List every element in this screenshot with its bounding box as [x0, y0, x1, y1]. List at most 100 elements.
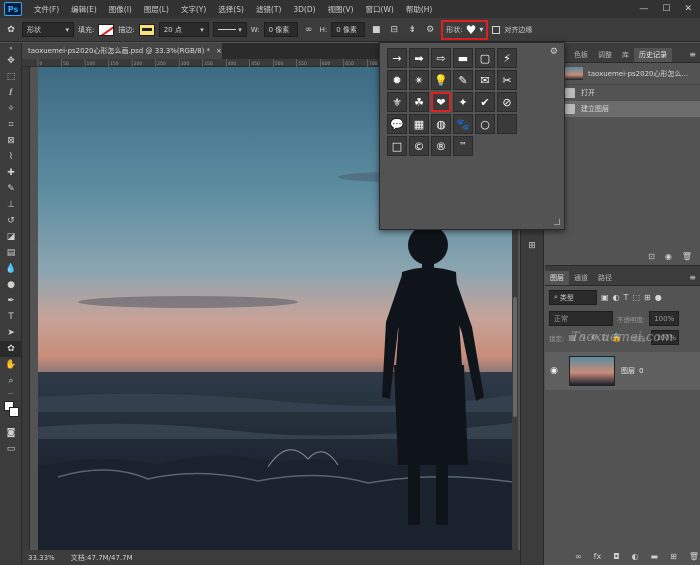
more-tools-icon[interactable]: ···	[0, 389, 22, 399]
history-step-new-layer[interactable]: 建立图层	[545, 101, 700, 117]
path-operations-icon[interactable]: ■	[369, 23, 383, 37]
fill-swatch[interactable]	[98, 23, 115, 36]
minimize-button[interactable]: —	[639, 4, 648, 14]
trash-icon[interactable]: 🗑	[682, 252, 692, 261]
align-edges-checkbox[interactable]	[492, 25, 501, 34]
paw-print-icon[interactable]: 🐾	[453, 114, 473, 134]
no-symbol-icon[interactable]: ⊘	[497, 92, 517, 112]
pen-icon[interactable]: ✎	[453, 70, 473, 90]
width-input[interactable]: 0 像素	[263, 22, 298, 37]
menu-window[interactable]: 窗口(W)	[360, 4, 400, 15]
tab-channels[interactable]: 通道	[569, 271, 593, 285]
layer-name[interactable]: 图层	[621, 366, 635, 376]
circle-icon[interactable]: ○	[475, 114, 495, 134]
gear-icon[interactable]: ⚙	[550, 47, 558, 57]
tab-swatches[interactable]: 色板	[569, 48, 593, 62]
menu-filter[interactable]: 滤镜(T)	[250, 4, 287, 15]
filter-pixel-icon[interactable]: ▣	[601, 293, 609, 302]
custom-shape-tool-icon[interactable]: ✿	[4, 23, 18, 37]
envelope-icon[interactable]: ✉	[475, 70, 495, 90]
tab-paths[interactable]: 路径	[593, 271, 617, 285]
eye-icon[interactable]: ◉	[545, 366, 563, 376]
menu-edit[interactable]: 编辑(E)	[65, 4, 103, 15]
registered-icon[interactable]: ®	[431, 136, 451, 156]
menu-file[interactable]: 文件(F)	[28, 4, 65, 15]
tab-libraries[interactable]: 库	[617, 48, 634, 62]
checkmark-icon[interactable]: ✔	[475, 92, 495, 112]
menu-select[interactable]: 选择(S)	[212, 4, 250, 15]
lasso-tool-icon[interactable]: ℓ	[0, 85, 22, 101]
clone-stamp-icon[interactable]: ⊥	[0, 197, 22, 213]
banner-icon[interactable]: ▬	[453, 48, 473, 68]
filter-type-icon[interactable]: T	[624, 293, 629, 302]
dodge-tool-icon[interactable]: ●	[0, 277, 22, 293]
arrow-bold-icon[interactable]: ➡	[409, 48, 429, 68]
menu-image[interactable]: 图像(I)	[103, 4, 138, 15]
puzzle-icon[interactable]: ✦	[453, 92, 473, 112]
layer-row[interactable]: ◉ 图层 0	[545, 352, 700, 390]
menu-layer[interactable]: 图层(L)	[138, 4, 175, 15]
link-layers-icon[interactable]: ∞	[575, 552, 582, 561]
path-selection-icon[interactable]: ➤	[0, 325, 22, 341]
filter-smart-object-icon[interactable]: ⊞	[644, 293, 651, 302]
tab-history[interactable]: 历史记录	[634, 48, 672, 62]
tab-adjustments[interactable]: 调整	[593, 48, 617, 62]
heart-icon[interactable]: ❤	[431, 92, 451, 112]
eraser-icon[interactable]: ◪	[0, 229, 22, 245]
trademark-icon[interactable]: ™	[453, 136, 473, 156]
starburst-icon[interactable]: ✴	[409, 70, 429, 90]
marquee-tool-icon[interactable]: ⬚	[0, 69, 22, 85]
maximize-button[interactable]: ☐	[662, 4, 670, 14]
adjustment-layer-icon[interactable]: ◐	[632, 552, 639, 561]
square-icon[interactable]: □	[387, 136, 407, 156]
link-icon[interactable]: ∞	[302, 23, 316, 37]
fleur-de-lis-icon[interactable]: ⚜	[387, 92, 407, 112]
hand-tool-icon[interactable]: ✋	[0, 357, 22, 373]
frame-icon[interactable]: ▢	[475, 48, 495, 68]
trash-icon[interactable]: 🗑	[689, 552, 699, 561]
magic-wand-icon[interactable]: ✧	[0, 101, 22, 117]
pen-tool-icon[interactable]: ✒	[0, 293, 22, 309]
document-tab[interactable]: taoxuemei-ps2020心形怎么画.psd @ 33.3%(RGB/8)…	[22, 43, 222, 59]
close-button[interactable]: ✕	[684, 4, 692, 14]
lightning-icon[interactable]: ⚡	[497, 48, 517, 68]
scrollbar-thumb[interactable]	[513, 297, 517, 417]
filter-adjustment-icon[interactable]: ◐	[613, 293, 620, 302]
history-brush-icon[interactable]: ↺	[0, 213, 22, 229]
shamrock-icon[interactable]: ☘	[409, 92, 429, 112]
color-swatches[interactable]	[0, 399, 21, 425]
zoom-tool-icon[interactable]: ⌕	[0, 373, 22, 389]
arrow-outline-icon[interactable]: ⇨	[431, 48, 451, 68]
filter-toggle-icon[interactable]: ●	[655, 293, 662, 302]
tool-mode-select[interactable]: 形状 ▾	[22, 22, 74, 37]
screen-mode-icon[interactable]: ▭	[0, 441, 22, 457]
stroke-size-input[interactable]: 20 点 ▾	[158, 22, 209, 37]
new-layer-icon[interactable]: ⊞	[670, 552, 677, 561]
menu-type[interactable]: 文字(Y)	[175, 4, 212, 15]
tab-layers[interactable]: 图层	[545, 271, 569, 285]
blend-mode-select[interactable]: 正常	[549, 311, 613, 326]
zoom-level[interactable]: 33.33%	[28, 554, 55, 562]
add-mask-icon[interactable]: ◘	[613, 552, 619, 561]
properties-panel-icon[interactable]: ⊞	[521, 238, 543, 254]
healing-brush-icon[interactable]: ✚	[0, 165, 22, 181]
type-tool-icon[interactable]: T	[0, 309, 22, 325]
menu-help[interactable]: 帮助(H)	[400, 4, 439, 15]
burst-icon[interactable]: ✹	[387, 70, 407, 90]
arrow-right-icon[interactable]: →	[387, 48, 407, 68]
brush-tool-icon[interactable]: ✎	[0, 181, 22, 197]
eyedropper-icon[interactable]: ⌇	[0, 149, 22, 165]
quick-mask-icon[interactable]: ◙	[0, 425, 22, 441]
opacity-input[interactable]: 100%	[649, 311, 680, 326]
panel-menu-icon[interactable]: ≡	[685, 50, 700, 62]
new-group-icon[interactable]: ▬	[651, 552, 659, 561]
gear-icon[interactable]: ⚙	[423, 23, 437, 37]
new-document-from-state-icon[interactable]: ⊡	[648, 252, 655, 261]
blur-tool-icon[interactable]: 💧	[0, 261, 22, 277]
filter-shape-icon[interactable]: ⬚	[632, 293, 640, 302]
history-step-open[interactable]: 打开	[545, 85, 700, 101]
background-color[interactable]	[9, 407, 19, 417]
dots-texture-icon[interactable]: ◍	[431, 114, 451, 134]
lightbulb-icon[interactable]: 💡	[431, 70, 451, 90]
frame-tool-icon[interactable]: ⊠	[0, 133, 22, 149]
